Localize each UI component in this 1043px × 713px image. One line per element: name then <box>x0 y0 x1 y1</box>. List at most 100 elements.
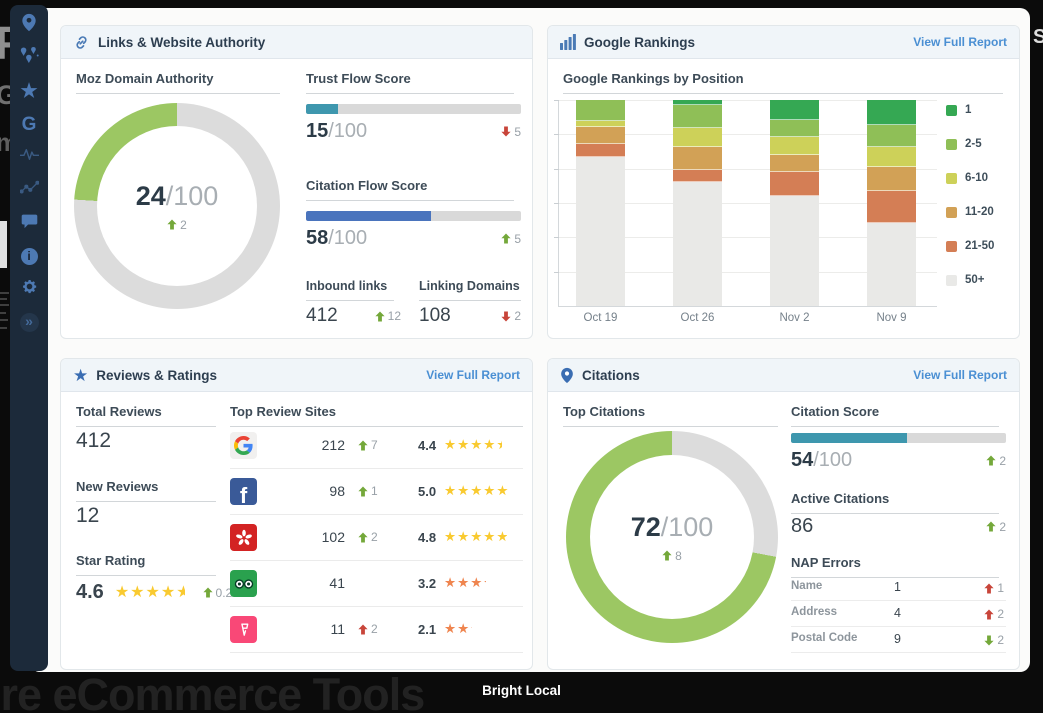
legend-item: 1 <box>946 104 994 116</box>
moz-donut-chart: 24/100 2 <box>74 103 280 309</box>
bar-segment-11-20 <box>867 167 916 191</box>
citation-score-change: 2 <box>986 454 1006 468</box>
bar-chart-icon <box>560 34 576 50</box>
sidebar-item-reviews[interactable]: ★ <box>18 81 40 101</box>
bar-segment-1 <box>770 100 819 120</box>
sidebar-item-local-search[interactable] <box>18 48 40 68</box>
tripadvisor-icon <box>230 570 257 597</box>
trust-flow-label: Trust Flow Score <box>306 71 514 94</box>
view-full-report-link[interactable]: View Full Report <box>426 368 520 382</box>
legend-item: 21-50 <box>946 240 994 252</box>
panel-title: Citations <box>582 368 640 383</box>
x-axis-label: Oct 19 <box>561 312 641 324</box>
bg-text-noise <box>0 319 8 321</box>
map-pin-icon <box>21 13 37 37</box>
review-stars: ★★★★★★★★★★ <box>444 484 510 498</box>
stacked-bar-Oct-26 <box>673 100 722 306</box>
axis-tick <box>554 203 559 204</box>
bar-segment-21-50 <box>867 191 916 223</box>
total-reviews-value: 412 <box>76 429 111 453</box>
active-citations-label: Active Citations <box>791 491 999 514</box>
bg-text-fragment: S <box>1033 27 1043 47</box>
nap-row-address: Address 4 2 <box>791 601 1006 627</box>
panel-header: ★ Reviews & Ratings View Full Report <box>61 359 532 392</box>
legend-swatch <box>946 139 957 150</box>
nap-field-value: 1 <box>894 580 901 594</box>
review-count: 212 <box>290 437 345 453</box>
trust-flow-score: 15/100 <box>306 120 367 143</box>
nap-field-change: 2 <box>984 633 1004 647</box>
legend-swatch <box>946 241 957 252</box>
legend-swatch <box>946 105 957 116</box>
pulse-icon <box>20 148 39 166</box>
nap-field-label: Postal Code <box>791 632 857 644</box>
stacked-bar-Nov-2 <box>770 100 819 306</box>
nap-field-label: Address <box>791 606 837 618</box>
citation-flow-bar <box>306 211 521 221</box>
linking-domains-label: Linking Domains <box>419 279 521 301</box>
star-icon: ★ <box>73 367 88 384</box>
bar-segment-50+ <box>673 182 722 306</box>
axis-tick <box>554 169 559 170</box>
sidebar-item-messages[interactable] <box>18 213 40 233</box>
bar-segment-21-50 <box>770 172 819 196</box>
chat-bubble-icon <box>21 213 38 234</box>
bg-text-noise <box>0 298 7 300</box>
citations-panel-body: Top Citations 72/100 8 Citation Score 54… <box>548 392 1019 669</box>
axis-tick <box>554 237 559 238</box>
sidebar-item-rankings[interactable] <box>18 180 40 200</box>
view-full-report-link[interactable]: View Full Report <box>913 368 1007 382</box>
review-rating: 2.1 <box>418 622 436 637</box>
bar-segment-6-10 <box>673 128 722 148</box>
view-full-report-link[interactable]: View Full Report <box>913 35 1007 49</box>
sidebar-item-citations-pin[interactable] <box>18 15 40 35</box>
review-site-row-google: 212 7 4.4 ★★★★★★★★★★ <box>230 423 523 469</box>
panel-header: Citations View Full Report <box>548 359 1019 392</box>
star-rating-label: Star Rating <box>76 553 216 576</box>
inbound-links-label: Inbound links <box>306 279 394 301</box>
review-rating: 3.2 <box>418 576 436 591</box>
legend-label: 2-5 <box>965 138 982 150</box>
bar-segment-1 <box>867 100 916 125</box>
trust-flow-change: 5 <box>501 125 521 139</box>
bg-text-noise <box>0 304 9 306</box>
sidebar-collapse-button[interactable]: » <box>18 312 40 332</box>
review-count: 102 <box>290 529 345 545</box>
google-icon <box>230 432 257 459</box>
nap-errors-table: Name 1 1 Address 4 2 Postal Code 9 2 <box>791 575 1006 653</box>
legend-label: 1 <box>965 104 971 116</box>
map-pin-icon <box>560 367 574 384</box>
review-count: 11 <box>290 621 345 637</box>
star-rating-stars: ★★★★★★★★★★ <box>115 585 192 601</box>
citation-score-label: Citation Score <box>791 404 999 427</box>
panel-header: Google Rankings View Full Report <box>548 26 1019 59</box>
bar-segment-21-50 <box>576 144 625 156</box>
bar-segment-6-10 <box>867 147 916 167</box>
bar-segment-50+ <box>867 223 916 306</box>
x-axis-label: Nov 2 <box>755 312 835 324</box>
bg-text-noise <box>0 312 6 314</box>
bar-segment-11-20 <box>576 127 625 145</box>
panel-title: Reviews & Ratings <box>96 368 217 383</box>
axis-tick <box>554 134 559 135</box>
foursquare-icon <box>230 616 257 643</box>
sidebar-item-monitoring[interactable] <box>18 147 40 167</box>
review-site-row-foursquare: 11 2 2.1 ★★★★★★★★★★ <box>230 607 523 653</box>
moz-domain-authority-label: Moz Domain Authority <box>76 71 280 94</box>
star-icon: ★ <box>20 82 37 101</box>
review-count: 41 <box>290 575 345 591</box>
sidebar-item-google[interactable]: G <box>18 114 40 134</box>
x-axis-label: Nov 9 <box>852 312 932 324</box>
caption: Bright Local <box>0 683 1043 698</box>
legend-swatch <box>946 173 957 184</box>
sidebar-item-info[interactable]: i <box>18 246 40 266</box>
citation-flow-score: 58/100 <box>306 227 367 250</box>
bar-segment-2-5 <box>673 105 722 128</box>
bar-segment-50+ <box>576 157 625 306</box>
top-citations-label: Top Citations <box>563 404 778 427</box>
bar-segment-2-5 <box>770 120 819 138</box>
info-icon: i <box>21 248 38 265</box>
review-change: 7 <box>358 438 378 452</box>
sidebar-item-settings[interactable] <box>18 279 40 299</box>
bar-segment-11-20 <box>770 155 819 173</box>
